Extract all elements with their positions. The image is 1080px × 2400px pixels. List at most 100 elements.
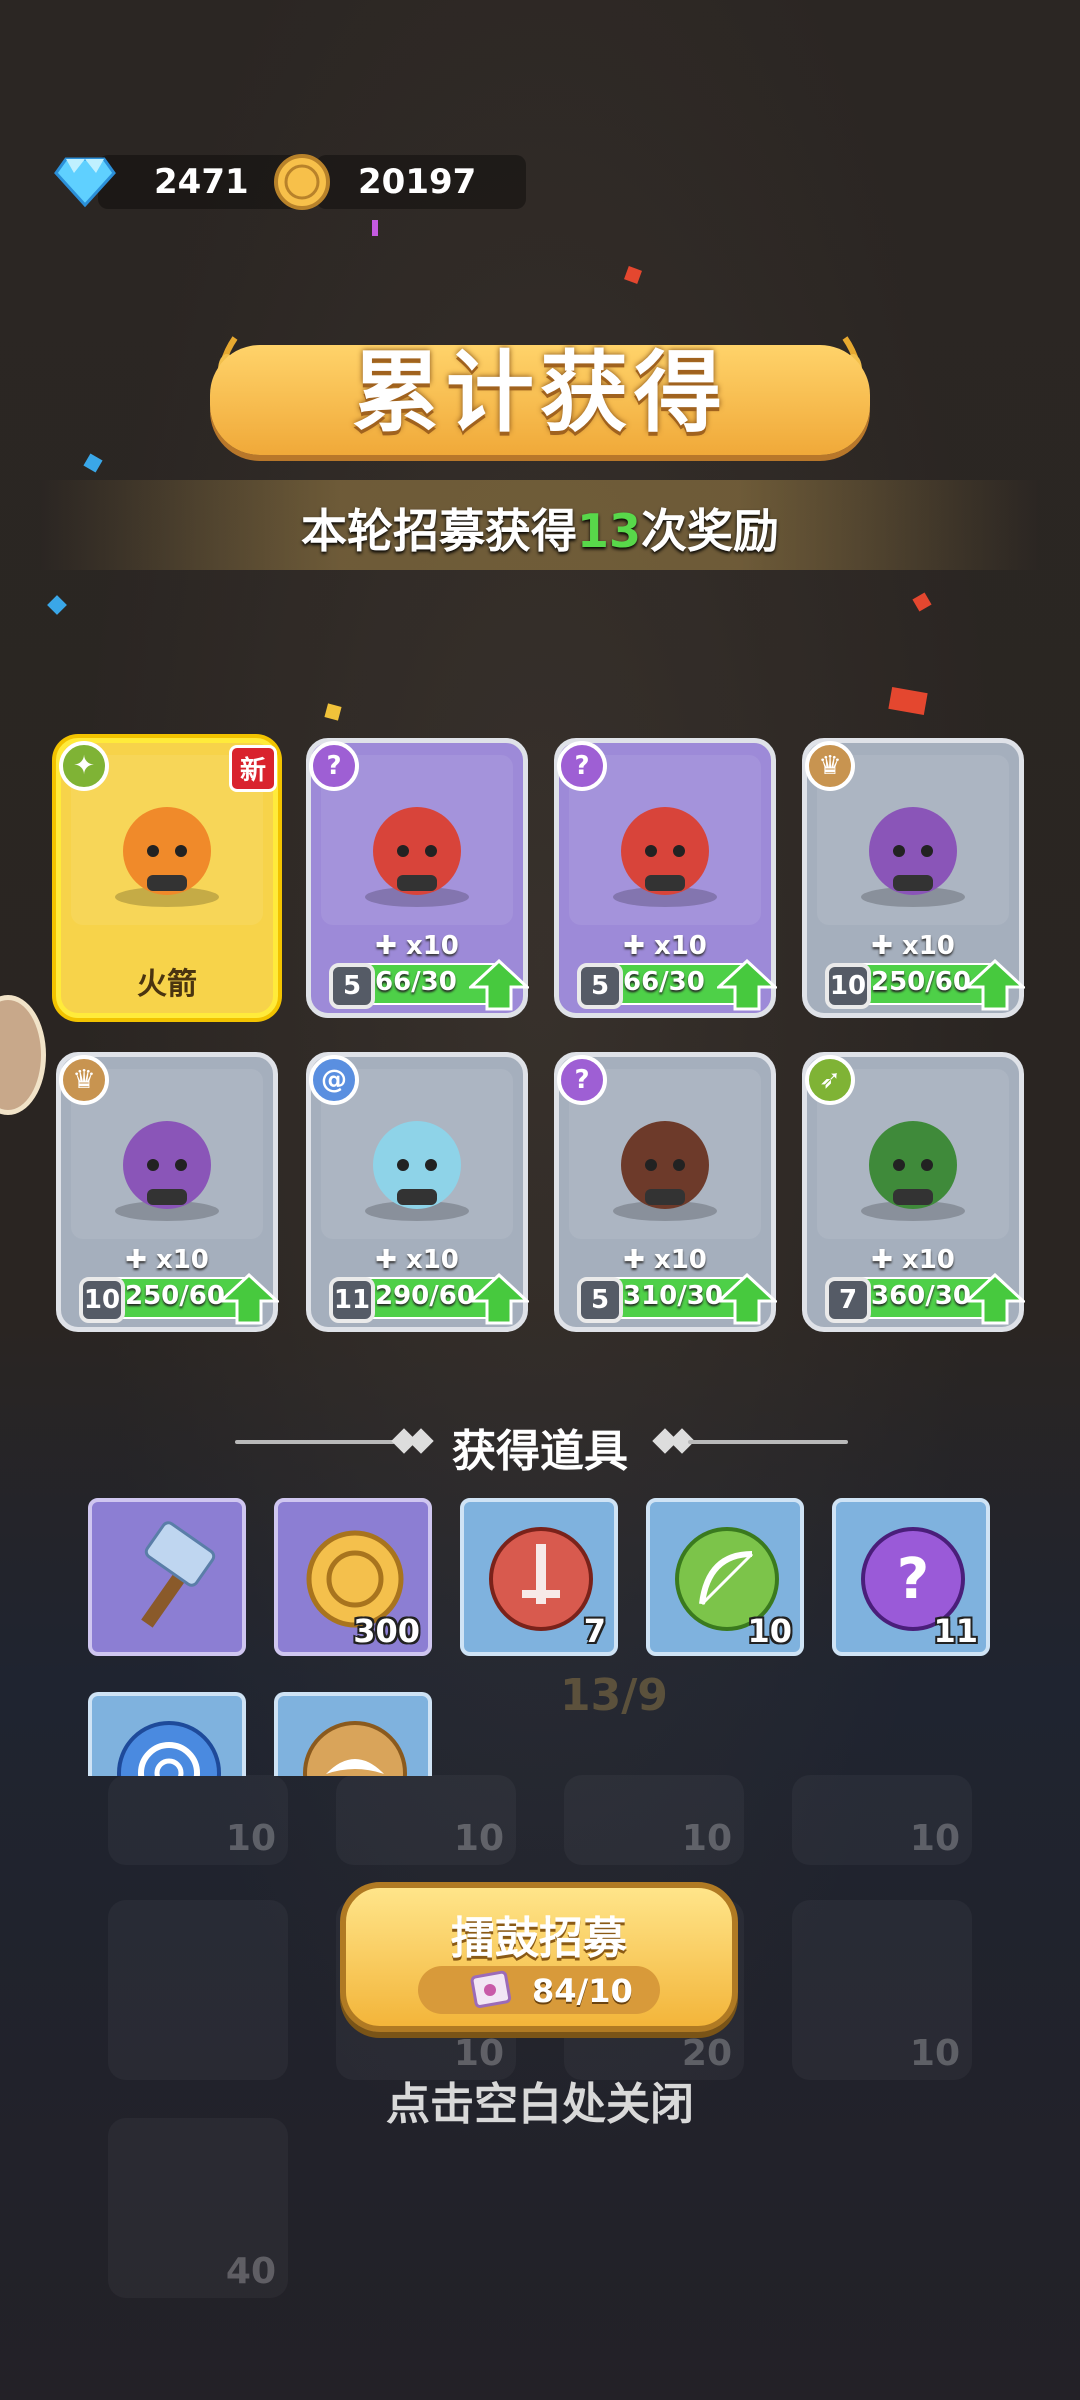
recruit-button[interactable]: 擂鼓招募 84/10 bbox=[340, 1882, 738, 2032]
hero-fragments: ✚ x10 bbox=[61, 1245, 273, 1275]
close-hint[interactable]: 点击空白处关闭 bbox=[0, 2068, 1080, 2132]
reward-item[interactable]: 7 bbox=[460, 1498, 618, 1656]
hero-portrait-icon bbox=[861, 807, 965, 907]
holy-orb-icon bbox=[303, 1721, 407, 1776]
fragment-count: x10 bbox=[405, 1245, 459, 1275]
coin-count: 20197 bbox=[358, 162, 477, 202]
coin-icon bbox=[274, 154, 330, 210]
reward-item[interactable]: 300 bbox=[274, 1498, 432, 1656]
background-slot: 10 bbox=[108, 1775, 288, 1865]
puzzle-fragment-icon: ✚ bbox=[125, 1245, 156, 1275]
mystic-class-icon: ? bbox=[557, 741, 607, 791]
hero-portrait-icon bbox=[365, 1121, 469, 1221]
holy-class-icon: ♛ bbox=[59, 1055, 109, 1105]
reward-item[interactable] bbox=[274, 1692, 432, 1776]
diamond-count: 2471 bbox=[154, 162, 249, 202]
hero-fragments: ✚ x10 bbox=[559, 931, 771, 961]
background-recruit-count: 13/9 bbox=[560, 1670, 668, 1721]
hero-portrait-icon bbox=[115, 1121, 219, 1221]
puzzle-fragment-icon: ✚ bbox=[871, 931, 902, 961]
upgrade-arrow-icon bbox=[717, 1273, 777, 1325]
reward-item[interactable]: 10 bbox=[646, 1498, 804, 1656]
hero-progress-text: 250/60 bbox=[871, 967, 971, 997]
background-slot-count: 10 bbox=[909, 1818, 960, 1859]
hero-level-badge: 7 bbox=[825, 1277, 871, 1323]
hero-portrait-icon bbox=[613, 807, 717, 907]
mystic-class-icon: ? bbox=[309, 741, 359, 791]
background-slot-count: 10 bbox=[681, 1818, 732, 1859]
hero-card[interactable]: ? ✚ x10 310/30 5 bbox=[554, 1052, 777, 1332]
page-title: 累计获得 bbox=[351, 341, 728, 444]
upgrade-arrow-icon bbox=[965, 959, 1025, 1011]
reward-item[interactable]: ? 11 bbox=[832, 1498, 990, 1656]
fragment-count: x10 bbox=[405, 931, 459, 961]
reward-item[interactable] bbox=[88, 1498, 246, 1656]
hero-card[interactable]: ♛ ✚ x10 250/60 10 bbox=[56, 1052, 279, 1332]
puzzle-fragment-icon: ✚ bbox=[871, 1245, 902, 1275]
recruit-button-label: 擂鼓招募 bbox=[451, 1913, 627, 1964]
fragment-count: x10 bbox=[901, 931, 955, 961]
background-slot-count: 10 bbox=[225, 1818, 276, 1859]
upgrade-arrow-icon bbox=[219, 1273, 279, 1325]
hero-progress-text: 66/30 bbox=[623, 967, 705, 997]
recruit-cost-value: 84/10 bbox=[532, 1972, 633, 2010]
hammer-icon bbox=[141, 1521, 216, 1628]
hero-card[interactable]: @ ✚ x10 290/60 11 bbox=[306, 1052, 529, 1332]
reward-summary-suffix: 次奖励 bbox=[641, 504, 779, 558]
item-count: 10 bbox=[747, 1612, 792, 1650]
hero-level-badge: 5 bbox=[577, 1277, 623, 1323]
fragment-count: x10 bbox=[155, 1245, 209, 1275]
upgrade-arrow-icon bbox=[717, 959, 777, 1011]
mystic-class-icon: ? bbox=[557, 1055, 607, 1105]
puzzle-fragment-icon: ✚ bbox=[375, 931, 406, 961]
hero-name: 火箭 bbox=[137, 967, 197, 1002]
hero-card[interactable]: ? ✚ x10 66/30 5 bbox=[554, 738, 777, 1018]
background-slot bbox=[108, 1900, 288, 2080]
svg-text:?: ? bbox=[897, 1547, 929, 1612]
hero-level-badge: 10 bbox=[825, 963, 871, 1009]
puzzle-fragment-icon: ✚ bbox=[623, 1245, 654, 1275]
reward-summary: 本轮招募获得13次奖励 bbox=[0, 495, 1080, 561]
hero-fragments: ✚ x10 bbox=[807, 1245, 1019, 1275]
background-slot: 40 bbox=[108, 2118, 288, 2298]
upgrade-arrow-icon bbox=[469, 1273, 529, 1325]
item-count: 11 bbox=[933, 1612, 978, 1650]
hero-level-badge: 11 bbox=[329, 1277, 375, 1323]
diamond-icon bbox=[54, 157, 116, 208]
reward-item[interactable] bbox=[88, 1692, 246, 1776]
recruit-cost: 84/10 bbox=[418, 1966, 660, 2014]
hero-level-badge: 5 bbox=[577, 963, 623, 1009]
fragment-count: x10 bbox=[653, 1245, 707, 1275]
confetti bbox=[372, 220, 378, 236]
hero-portrait-icon bbox=[115, 807, 219, 907]
archer-class-icon: ➶ bbox=[805, 1055, 855, 1105]
hero-progress-text: 360/30 bbox=[871, 1281, 971, 1311]
star-class-icon: ✦ bbox=[59, 741, 109, 791]
background-slot-count: 40 bbox=[225, 2251, 276, 2292]
background-slot-count: 10 bbox=[453, 1818, 504, 1859]
hero-card[interactable]: ♛ ✚ x10 250/60 10 bbox=[802, 738, 1025, 1018]
upgrade-arrow-icon bbox=[469, 959, 529, 1011]
hero-progress-text: 250/60 bbox=[125, 1281, 225, 1311]
puzzle-fragment-icon: ✚ bbox=[375, 1245, 406, 1275]
reward-summary-prefix: 本轮招募获得 bbox=[300, 504, 577, 558]
hero-card[interactable]: ➶ ✚ x10 360/30 7 bbox=[802, 1052, 1025, 1332]
puzzle-fragment-icon: ✚ bbox=[623, 931, 654, 961]
hero-level-badge: 10 bbox=[79, 1277, 125, 1323]
item-count: 7 bbox=[583, 1612, 606, 1650]
hero-card[interactable]: ? ✚ x10 66/30 5 bbox=[306, 738, 529, 1018]
item-count: 300 bbox=[353, 1612, 420, 1650]
sword-orb-icon bbox=[489, 1527, 593, 1631]
hero-progress-text: 290/60 bbox=[375, 1281, 475, 1311]
fragment-count: x10 bbox=[653, 931, 707, 961]
hero-fragments: ✚ x10 bbox=[559, 1245, 771, 1275]
hero-fragments: ✚ x10 bbox=[311, 931, 523, 961]
hero-progress-text: 66/30 bbox=[375, 967, 457, 997]
swirl-orb-icon bbox=[117, 1721, 221, 1776]
hero-progress-text: 310/30 bbox=[623, 1281, 723, 1311]
hero-card[interactable]: ✦ 新火箭 bbox=[56, 738, 278, 1018]
swirl-class-icon: @ bbox=[309, 1055, 359, 1105]
hero-fragments: ✚ x10 bbox=[311, 1245, 523, 1275]
hero-portrait-icon bbox=[861, 1121, 965, 1221]
background-slot: 10 bbox=[564, 1775, 744, 1865]
